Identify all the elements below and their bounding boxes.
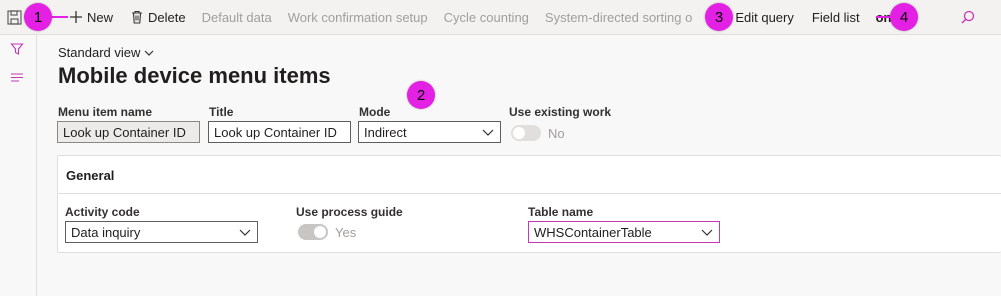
table-name-label: Table name (528, 205, 594, 219)
delete-button[interactable]: Delete (121, 0, 194, 35)
menu-item-name-label: Menu item name (58, 105, 153, 119)
general-fasttab-header[interactable]: General (58, 156, 1001, 194)
general-title: General (66, 168, 115, 183)
menu-item-name-field[interactable]: Look up Container ID (57, 121, 200, 143)
cycle-counting-button[interactable]: Cycle counting (436, 0, 537, 35)
mode-label: Mode (359, 105, 391, 119)
title-field[interactable]: Look up Container ID (208, 121, 351, 143)
table-name-dropdown[interactable]: WHSContainerTable (528, 221, 720, 243)
new-button[interactable]: New (60, 0, 121, 35)
marker-1-connector (50, 16, 68, 18)
list-icon[interactable] (10, 71, 26, 87)
search-icon[interactable] (959, 9, 977, 27)
action-pane: New Delete Default data Work confirmatio… (0, 0, 1001, 35)
activity-code-dropdown[interactable]: Data inquiry (65, 221, 258, 243)
general-fasttab: General Activity code Data inquiry Use p… (57, 155, 1001, 253)
chevron-down-icon (482, 126, 494, 138)
system-directed-sorting-button[interactable]: System-directed sorting o (537, 0, 694, 35)
new-label: New (87, 9, 114, 25)
navigation-rail (0, 35, 37, 296)
default-data-button[interactable]: Default data (194, 0, 280, 35)
callout-marker-4: 4 (890, 3, 918, 31)
view-label: Standard view (58, 45, 141, 60)
delete-icon (129, 9, 145, 25)
use-existing-work-value: No (548, 126, 565, 141)
activity-code-label: Activity code (65, 205, 140, 219)
toggle-knob (314, 226, 326, 238)
callout-marker-2: 2 (407, 81, 435, 109)
chevron-down-icon (701, 226, 713, 238)
work-confirmation-setup-button[interactable]: Work confirmation setup (280, 0, 436, 35)
field-list-button[interactable]: Field list (802, 0, 868, 35)
chevron-down-icon (144, 45, 154, 60)
use-process-guide-value: Yes (335, 225, 357, 240)
save-icon[interactable] (6, 9, 24, 27)
use-existing-work-toggle[interactable] (511, 125, 541, 141)
chevron-down-icon (239, 226, 251, 238)
edit-query-button[interactable]: Edit query (732, 0, 802, 35)
view-selector[interactable]: Standard view (58, 45, 154, 60)
add-icon (68, 9, 84, 25)
page-title: Mobile device menu items (58, 63, 331, 88)
activity-code-value: Data inquiry (71, 225, 141, 240)
callout-marker-3: 3 (705, 3, 733, 31)
mode-dropdown[interactable]: Indirect (358, 121, 501, 143)
use-process-guide-label: Use process guide (296, 205, 403, 219)
toggle-knob (513, 127, 525, 139)
table-name-value: WHSContainerTable (534, 225, 652, 240)
callout-marker-1: 1 (24, 3, 52, 31)
mode-value: Indirect (364, 125, 407, 140)
use-process-guide-toggle[interactable] (298, 224, 328, 240)
app-window: New Delete Default data Work confirmatio… (0, 0, 1001, 296)
filter-icon[interactable] (10, 42, 26, 58)
use-existing-work-label: Use existing work (509, 105, 612, 119)
delete-label: Delete (148, 9, 186, 25)
title-label: Title (209, 105, 234, 119)
